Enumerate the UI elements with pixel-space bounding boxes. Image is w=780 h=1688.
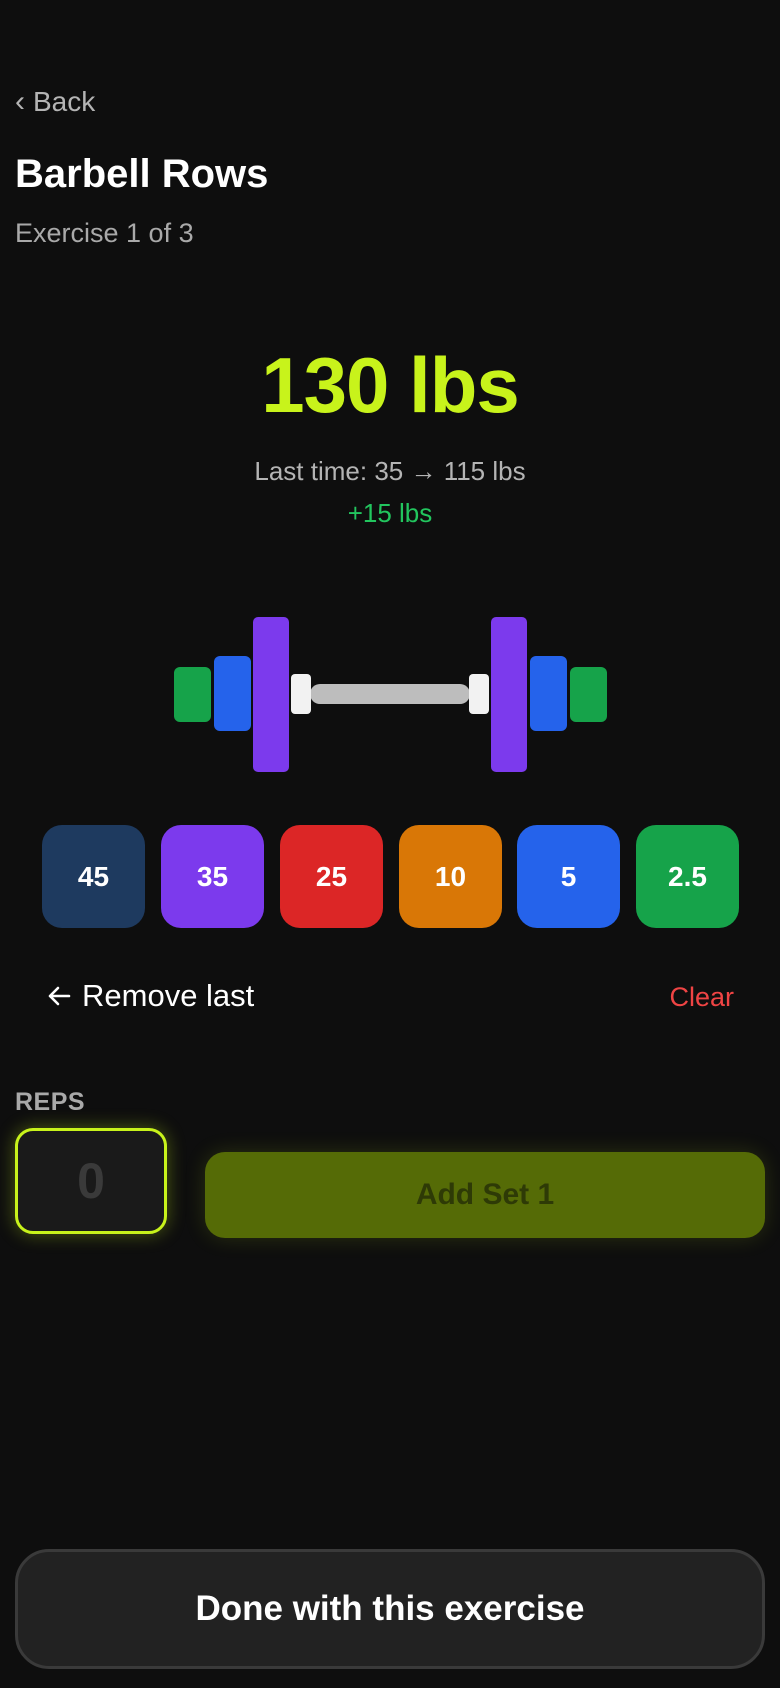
plate-button-label: 35 xyxy=(196,860,229,892)
plate-5-right xyxy=(530,656,567,731)
reps-label: REPS xyxy=(15,1088,86,1116)
remove-last-button[interactable]: Remove last xyxy=(46,978,254,1014)
plate-5-left xyxy=(214,656,251,731)
collar-right xyxy=(469,674,489,714)
plate-button-label: 45 xyxy=(77,860,110,892)
reps-value: 0 xyxy=(77,1153,105,1209)
current-weight: 130 lbs xyxy=(261,341,520,429)
exercise-title: Barbell Rows xyxy=(15,152,269,196)
back-label: Back xyxy=(33,86,96,117)
plate-2.5-left xyxy=(174,667,211,722)
clear-button[interactable]: Clear xyxy=(669,982,734,1013)
plate-button-label: 5 xyxy=(560,860,577,892)
exercise-progress: Exercise 1 of 3 xyxy=(15,218,194,248)
plate-35-left xyxy=(253,617,289,772)
arrow-left-icon xyxy=(48,986,71,1006)
plate-button-45[interactable]: 45 xyxy=(42,825,145,928)
barbell-visual xyxy=(174,617,607,772)
last-time-weight: Last time: 35 → 115 lbs xyxy=(254,456,526,486)
weight-difference: +15 lbs xyxy=(347,498,433,528)
plate-35-right xyxy=(491,617,527,772)
plate-button-5[interactable]: 5 xyxy=(517,825,620,928)
plate-button-label: 2.5 xyxy=(668,860,707,892)
plate-button-label: 10 xyxy=(434,860,467,892)
back-button[interactable]: ‹ Back xyxy=(15,86,95,118)
remove-last-label: Remove last xyxy=(82,978,255,1013)
plate-button-10[interactable]: 10 xyxy=(399,825,502,928)
reps-input[interactable]: 0 xyxy=(15,1128,167,1234)
plate-button-25[interactable]: 25 xyxy=(280,825,383,928)
plate-button-label: 25 xyxy=(315,860,348,892)
plate-2.5-right xyxy=(570,667,607,722)
chevron-left-icon: ‹ xyxy=(15,85,25,118)
add-set-button[interactable]: Add Set 1 xyxy=(205,1152,765,1238)
plate-button-2-5[interactable]: 2.5 xyxy=(636,825,739,928)
barbell-bar xyxy=(310,684,470,704)
collar-left xyxy=(291,674,311,714)
done-exercise-button[interactable]: Done with this exercise xyxy=(15,1549,765,1669)
plate-button-35[interactable]: 35 xyxy=(161,825,264,928)
